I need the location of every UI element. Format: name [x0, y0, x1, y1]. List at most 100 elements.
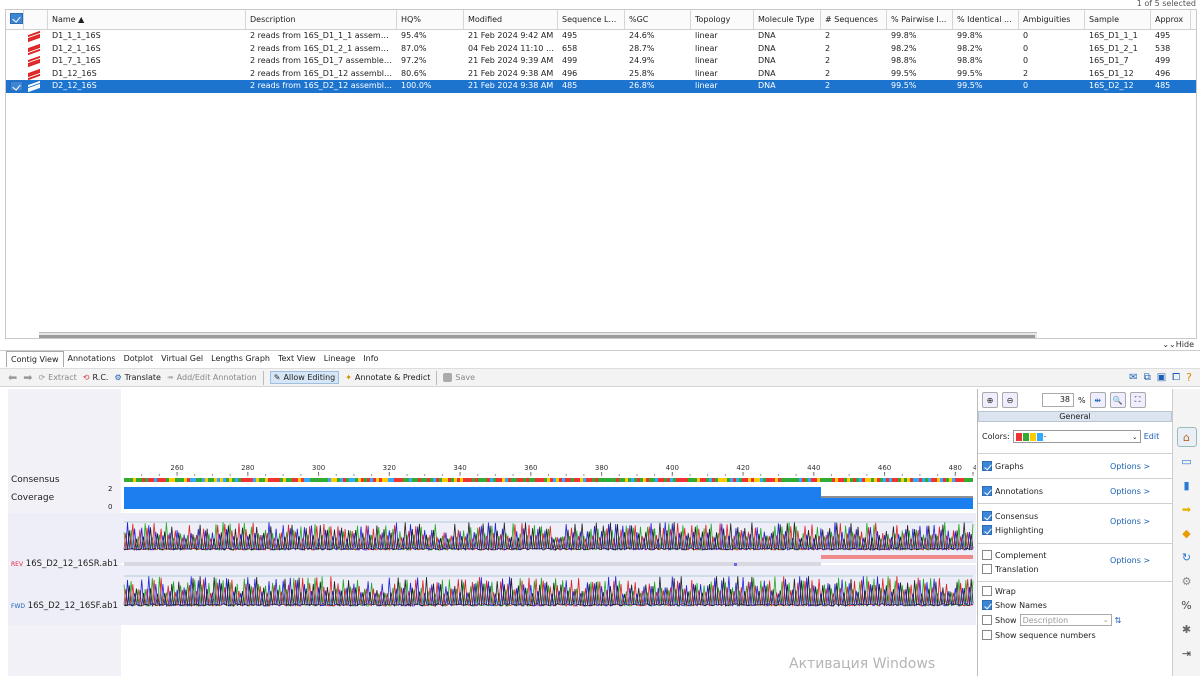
refresh-button[interactable]: ↻	[1177, 547, 1197, 567]
wrap-checkbox[interactable]	[982, 586, 992, 596]
col-description[interactable]: Description	[246, 10, 397, 29]
email-icon[interactable]: ✉	[1129, 372, 1137, 383]
translate-button[interactable]: ⚙ Translate	[114, 373, 161, 382]
tab-lineage[interactable]: Lineage	[320, 351, 360, 367]
read2-label[interactable]: FWD 16S_D2_12_16SF.ab1	[11, 601, 118, 611]
horizontal-scrollbar[interactable]	[39, 332, 1037, 338]
split-view-icon[interactable]: ⧉	[1144, 372, 1151, 383]
read1-label[interactable]: REV 16S_D2_12_16SR.ab1	[11, 559, 118, 569]
col-seq-length[interactable]: Sequence Le...	[558, 10, 625, 29]
consensus-checkbox[interactable]	[982, 511, 992, 521]
fullscreen-button[interactable]: ⛶	[1129, 392, 1146, 408]
tab-contig-view[interactable]: Contig View	[6, 351, 64, 367]
annotations-options-link[interactable]: Options >	[1110, 487, 1150, 496]
zoom-to-selection-button[interactable]: 🔍	[1109, 392, 1126, 408]
consensus-base	[148, 478, 151, 482]
translation-checkbox[interactable]	[982, 564, 992, 574]
graph-button[interactable]: ▮	[1177, 475, 1197, 495]
ruler-tick-label: 280	[241, 464, 254, 472]
general-header[interactable]: General	[978, 411, 1172, 422]
popout-icon[interactable]: ⧠	[1172, 372, 1180, 383]
col-approx[interactable]: Approx	[1151, 10, 1191, 29]
col-gc[interactable]: %GC	[625, 10, 691, 29]
type-column-header[interactable]	[24, 10, 48, 29]
col-name[interactable]: Name ▲	[48, 10, 246, 29]
row-checkbox[interactable]	[6, 30, 24, 43]
consensus-base	[199, 478, 202, 482]
row-checkbox[interactable]	[6, 55, 24, 68]
show-seq-numbers-checkbox[interactable]	[982, 630, 992, 640]
percent-button[interactable]: %	[1177, 595, 1197, 615]
zoom-out-button[interactable]: ⊖	[1002, 392, 1018, 408]
tab-virtual-gel[interactable]: Virtual Gel	[157, 351, 207, 367]
col-pairwise[interactable]: % Pairwise I...	[887, 10, 953, 29]
settings-button[interactable]: ⚙	[1177, 571, 1197, 591]
highlighting-checkbox[interactable]	[982, 525, 992, 535]
tab-annotations[interactable]: Annotations	[64, 351, 120, 367]
zoom-input[interactable]: 38	[1042, 393, 1074, 407]
forward-button[interactable]: ➡	[23, 371, 32, 384]
row-checkbox[interactable]	[6, 80, 24, 93]
table-row[interactable]: D1_12_16S 2 reads from 16S_D1_12 assemble…	[6, 68, 1196, 81]
tag-button[interactable]: ◆	[1177, 523, 1197, 543]
col-ambiguities[interactable]: Ambiguities	[1019, 10, 1085, 29]
window-icon[interactable]: ▣	[1157, 372, 1166, 383]
sort-icon[interactable]: ⇅	[1115, 616, 1122, 625]
show-field-dropdown[interactable]: Description ⌄	[1019, 614, 1112, 626]
annotations-checkbox[interactable]	[982, 486, 992, 496]
add-annotation-button[interactable]: ➠ Add/Edit Annotation	[167, 373, 257, 382]
select-all-checkbox[interactable]	[6, 10, 24, 29]
graphs-options-link[interactable]: Options >	[1110, 462, 1150, 471]
graphs-checkbox[interactable]	[982, 461, 992, 471]
consensus-base	[325, 478, 328, 482]
tools-button[interactable]: ✱	[1177, 619, 1197, 639]
colors-dropdown[interactable]: - ⌄	[1012, 430, 1141, 443]
hide-toggle[interactable]: ⌄⌄Hide	[1162, 340, 1194, 349]
extract-button[interactable]: ⟳ Extract	[38, 373, 76, 382]
row-checkbox[interactable]	[6, 43, 24, 56]
show-checkbox[interactable]	[982, 615, 992, 625]
home-button[interactable]: ⌂	[1176, 427, 1197, 447]
table-row[interactable]: D1_2_1_16S 2 reads from 16S_D1_2_1 assemb…	[6, 43, 1196, 56]
table-row[interactable]: D1_7_1_16S 2 reads from 16S_D1_7 assemble…	[6, 55, 1196, 68]
col-topology[interactable]: Topology	[691, 10, 754, 29]
col-modified[interactable]: Modified	[464, 10, 558, 29]
collapse-button[interactable]: ⇥	[1177, 643, 1197, 663]
col-molecule-type[interactable]: Molecule Type	[754, 10, 821, 29]
graphs-section: Graphs Options >	[978, 454, 1172, 479]
consensus-base	[445, 478, 448, 482]
save-button[interactable]: Save	[443, 373, 475, 382]
consensus-base	[733, 478, 736, 482]
col-hq[interactable]: HQ%	[397, 10, 464, 29]
col-sample[interactable]: Sample	[1085, 10, 1151, 29]
rc-button[interactable]: ⟲ R.C.	[83, 373, 109, 382]
consensus-base	[487, 478, 490, 482]
tab-info[interactable]: Info	[359, 351, 382, 367]
contig-canvas[interactable]: 260 280 300 320 340 360 380 400 420 440 460 480 485	[8, 389, 976, 676]
arrow-button[interactable]: ➡	[1177, 499, 1197, 519]
monitor-button[interactable]: ▭	[1177, 451, 1197, 471]
contig-viewer[interactable]: 260280300320340360380400420440460480485 …	[8, 389, 976, 676]
show-names-checkbox[interactable]	[982, 600, 992, 610]
consensus-base	[739, 478, 742, 482]
annotate-predict-button[interactable]: ✦ Annotate & Predict	[345, 373, 430, 382]
cell-seq-length: 658	[562, 43, 578, 53]
tab-text-view[interactable]: Text View	[274, 351, 320, 367]
consensus-base	[472, 478, 475, 482]
colors-edit-link[interactable]: Edit	[1144, 432, 1160, 441]
allow-editing-button[interactable]: ✎ Allow Editing	[269, 371, 340, 384]
col-num-sequences[interactable]: # Sequences	[821, 10, 887, 29]
table-row[interactable]: D1_1_1_16S 2 reads from 16S_D1_1_1 assemb…	[6, 30, 1196, 43]
row-checkbox[interactable]	[6, 68, 24, 81]
consensus-options-link[interactable]: Options >	[1110, 517, 1150, 526]
back-button[interactable]: ⬅	[8, 371, 17, 384]
table-row[interactable]: D2_12_16S 2 reads from 16S_D2_12 assemble…	[6, 80, 1196, 93]
fit-width-button[interactable]: ⇹	[1089, 392, 1106, 408]
help-icon[interactable]: ?	[1186, 371, 1192, 384]
col-identical[interactable]: % Identical ...	[953, 10, 1019, 29]
complement-checkbox[interactable]	[982, 550, 992, 560]
tab-dotplot[interactable]: Dotplot	[120, 351, 158, 367]
translation-options-link[interactable]: Options >	[1110, 556, 1150, 565]
zoom-in-button[interactable]: ⊕	[982, 392, 998, 408]
tab-lengths-graph[interactable]: Lengths Graph	[207, 351, 274, 367]
